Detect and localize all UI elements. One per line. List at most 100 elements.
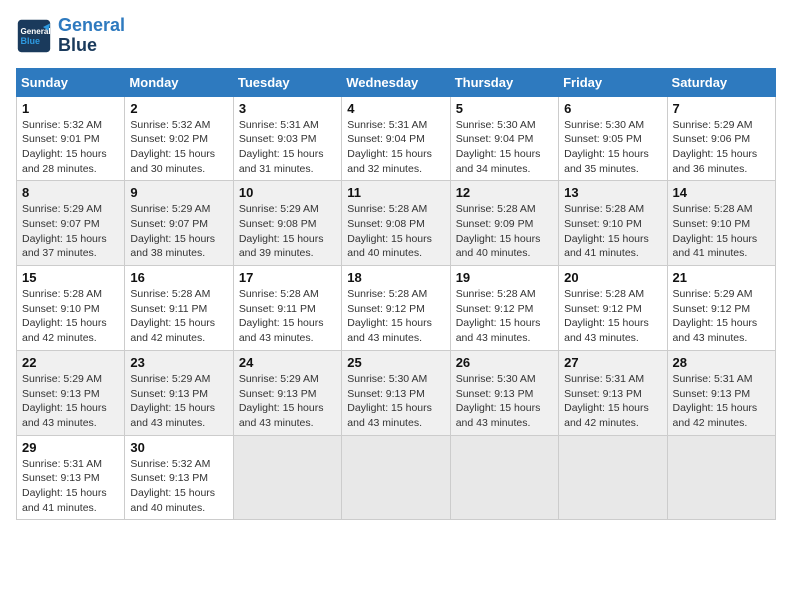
- day-number: 13: [564, 185, 661, 200]
- day-info: Sunrise: 5:31 AMSunset: 9:04 PMDaylight:…: [347, 118, 444, 177]
- calendar-cell: 18 Sunrise: 5:28 AMSunset: 9:12 PMDayligh…: [342, 266, 450, 351]
- calendar-cell: 16 Sunrise: 5:28 AMSunset: 9:11 PMDayligh…: [125, 266, 233, 351]
- calendar-cell: [559, 435, 667, 520]
- day-number: 21: [673, 270, 770, 285]
- day-info: Sunrise: 5:30 AMSunset: 9:13 PMDaylight:…: [347, 372, 444, 431]
- logo: General Blue GeneralBlue: [16, 16, 125, 56]
- calendar-cell: [450, 435, 558, 520]
- day-info: Sunrise: 5:28 AMSunset: 9:11 PMDaylight:…: [239, 287, 336, 346]
- day-number: 16: [130, 270, 227, 285]
- day-number: 23: [130, 355, 227, 370]
- day-info: Sunrise: 5:31 AMSunset: 9:13 PMDaylight:…: [673, 372, 770, 431]
- calendar-week-row: 8 Sunrise: 5:29 AMSunset: 9:07 PMDaylight…: [17, 181, 776, 266]
- calendar-cell: 19 Sunrise: 5:28 AMSunset: 9:12 PMDayligh…: [450, 266, 558, 351]
- weekday-header-wednesday: Wednesday: [342, 68, 450, 96]
- weekday-header-friday: Friday: [559, 68, 667, 96]
- day-number: 20: [564, 270, 661, 285]
- day-number: 8: [22, 185, 119, 200]
- day-info: Sunrise: 5:29 AMSunset: 9:08 PMDaylight:…: [239, 202, 336, 261]
- calendar-cell: 4 Sunrise: 5:31 AMSunset: 9:04 PMDaylight…: [342, 96, 450, 181]
- calendar-cell: 7Sunrise: 5:29 AMSunset: 9:06 PMDaylight…: [667, 96, 775, 181]
- day-info: Sunrise: 5:30 AMSunset: 9:05 PMDaylight:…: [564, 118, 661, 177]
- day-info: Sunrise: 5:28 AMSunset: 9:12 PMDaylight:…: [456, 287, 553, 346]
- calendar-cell: 14 Sunrise: 5:28 AMSunset: 9:10 PMDayligh…: [667, 181, 775, 266]
- day-info: Sunrise: 5:28 AMSunset: 9:12 PMDaylight:…: [564, 287, 661, 346]
- day-number: 1: [22, 101, 119, 116]
- day-info: Sunrise: 5:32 AMSunset: 9:13 PMDaylight:…: [130, 457, 227, 516]
- calendar-cell: 24Sunrise: 5:29 AMSunset: 9:13 PMDayligh…: [233, 350, 341, 435]
- day-number: 15: [22, 270, 119, 285]
- day-number: 2: [130, 101, 227, 116]
- day-number: 18: [347, 270, 444, 285]
- calendar-cell: 6 Sunrise: 5:30 AMSunset: 9:05 PMDaylight…: [559, 96, 667, 181]
- calendar-cell: 17 Sunrise: 5:28 AMSunset: 9:11 PMDayligh…: [233, 266, 341, 351]
- day-info: Sunrise: 5:28 AMSunset: 9:12 PMDaylight:…: [347, 287, 444, 346]
- day-info: Sunrise: 5:29 AMSunset: 9:07 PMDaylight:…: [130, 202, 227, 261]
- calendar-week-row: 22 Sunrise: 5:29 AMSunset: 9:13 PMDayligh…: [17, 350, 776, 435]
- day-info: Sunrise: 5:28 AMSunset: 9:11 PMDaylight:…: [130, 287, 227, 346]
- day-number: 29: [22, 440, 119, 455]
- day-number: 4: [347, 101, 444, 116]
- calendar-table: SundayMondayTuesdayWednesdayThursdayFrid…: [16, 68, 776, 521]
- day-number: 27: [564, 355, 661, 370]
- calendar-cell: 1 Sunrise: 5:32 AMSunset: 9:01 PMDaylight…: [17, 96, 125, 181]
- weekday-header-thursday: Thursday: [450, 68, 558, 96]
- day-info: Sunrise: 5:28 AMSunset: 9:10 PMDaylight:…: [673, 202, 770, 261]
- calendar-cell: 15 Sunrise: 5:28 AMSunset: 9:10 PMDayligh…: [17, 266, 125, 351]
- day-info: Sunrise: 5:29 AMSunset: 9:12 PMDaylight:…: [673, 287, 770, 346]
- svg-text:Blue: Blue: [21, 36, 41, 46]
- day-number: 17: [239, 270, 336, 285]
- day-number: 9: [130, 185, 227, 200]
- calendar-cell: 8 Sunrise: 5:29 AMSunset: 9:07 PMDaylight…: [17, 181, 125, 266]
- weekday-header-tuesday: Tuesday: [233, 68, 341, 96]
- day-number: 12: [456, 185, 553, 200]
- calendar-cell: 25 Sunrise: 5:30 AMSunset: 9:13 PMDayligh…: [342, 350, 450, 435]
- weekday-header-sunday: Sunday: [17, 68, 125, 96]
- calendar-cell: 27 Sunrise: 5:31 AMSunset: 9:13 PMDayligh…: [559, 350, 667, 435]
- day-info: Sunrise: 5:29 AMSunset: 9:13 PMDaylight:…: [22, 372, 119, 431]
- day-info: Sunrise: 5:29 AMSunset: 9:06 PMDaylight:…: [673, 118, 770, 177]
- day-info: Sunrise: 5:29 AMSunset: 9:07 PMDaylight:…: [22, 202, 119, 261]
- day-info: Sunrise: 5:28 AMSunset: 9:10 PMDaylight:…: [564, 202, 661, 261]
- day-number: 25: [347, 355, 444, 370]
- weekday-header-monday: Monday: [125, 68, 233, 96]
- calendar-cell: 13 Sunrise: 5:28 AMSunset: 9:10 PMDayligh…: [559, 181, 667, 266]
- calendar-cell: 30Sunrise: 5:32 AMSunset: 9:13 PMDayligh…: [125, 435, 233, 520]
- day-info: Sunrise: 5:31 AMSunset: 9:13 PMDaylight:…: [22, 457, 119, 516]
- calendar-header-row: SundayMondayTuesdayWednesdayThursdayFrid…: [17, 68, 776, 96]
- day-number: 19: [456, 270, 553, 285]
- calendar-cell: 3Sunrise: 5:31 AMSunset: 9:03 PMDaylight…: [233, 96, 341, 181]
- calendar-cell: 5 Sunrise: 5:30 AMSunset: 9:04 PMDaylight…: [450, 96, 558, 181]
- calendar-cell: 22 Sunrise: 5:29 AMSunset: 9:13 PMDayligh…: [17, 350, 125, 435]
- calendar-week-row: 15 Sunrise: 5:28 AMSunset: 9:10 PMDayligh…: [17, 266, 776, 351]
- calendar-cell: 28Sunrise: 5:31 AMSunset: 9:13 PMDayligh…: [667, 350, 775, 435]
- day-info: Sunrise: 5:31 AMSunset: 9:13 PMDaylight:…: [564, 372, 661, 431]
- calendar-cell: [233, 435, 341, 520]
- logo-icon: General Blue: [16, 18, 52, 54]
- day-info: Sunrise: 5:28 AMSunset: 9:10 PMDaylight:…: [22, 287, 119, 346]
- page-header: General Blue GeneralBlue: [16, 16, 776, 56]
- day-number: 14: [673, 185, 770, 200]
- calendar-week-row: 1 Sunrise: 5:32 AMSunset: 9:01 PMDaylight…: [17, 96, 776, 181]
- calendar-week-row: 29 Sunrise: 5:31 AMSunset: 9:13 PMDayligh…: [17, 435, 776, 520]
- calendar-cell: [667, 435, 775, 520]
- calendar-cell: 2 Sunrise: 5:32 AMSunset: 9:02 PMDaylight…: [125, 96, 233, 181]
- calendar-cell: 23 Sunrise: 5:29 AMSunset: 9:13 PMDayligh…: [125, 350, 233, 435]
- day-number: 6: [564, 101, 661, 116]
- day-info: Sunrise: 5:29 AMSunset: 9:13 PMDaylight:…: [130, 372, 227, 431]
- day-number: 22: [22, 355, 119, 370]
- calendar-cell: 11 Sunrise: 5:28 AMSunset: 9:08 PMDayligh…: [342, 181, 450, 266]
- calendar-cell: 20 Sunrise: 5:28 AMSunset: 9:12 PMDayligh…: [559, 266, 667, 351]
- day-info: Sunrise: 5:28 AMSunset: 9:08 PMDaylight:…: [347, 202, 444, 261]
- day-info: Sunrise: 5:29 AMSunset: 9:13 PMDaylight:…: [239, 372, 336, 431]
- calendar-cell: 12Sunrise: 5:28 AMSunset: 9:09 PMDayligh…: [450, 181, 558, 266]
- calendar-cell: 29 Sunrise: 5:31 AMSunset: 9:13 PMDayligh…: [17, 435, 125, 520]
- day-number: 5: [456, 101, 553, 116]
- day-info: Sunrise: 5:30 AMSunset: 9:04 PMDaylight:…: [456, 118, 553, 177]
- day-number: 10: [239, 185, 336, 200]
- calendar-cell: 9 Sunrise: 5:29 AMSunset: 9:07 PMDaylight…: [125, 181, 233, 266]
- day-number: 11: [347, 185, 444, 200]
- day-info: Sunrise: 5:32 AMSunset: 9:02 PMDaylight:…: [130, 118, 227, 177]
- calendar-cell: 26Sunrise: 5:30 AMSunset: 9:13 PMDayligh…: [450, 350, 558, 435]
- day-info: Sunrise: 5:32 AMSunset: 9:01 PMDaylight:…: [22, 118, 119, 177]
